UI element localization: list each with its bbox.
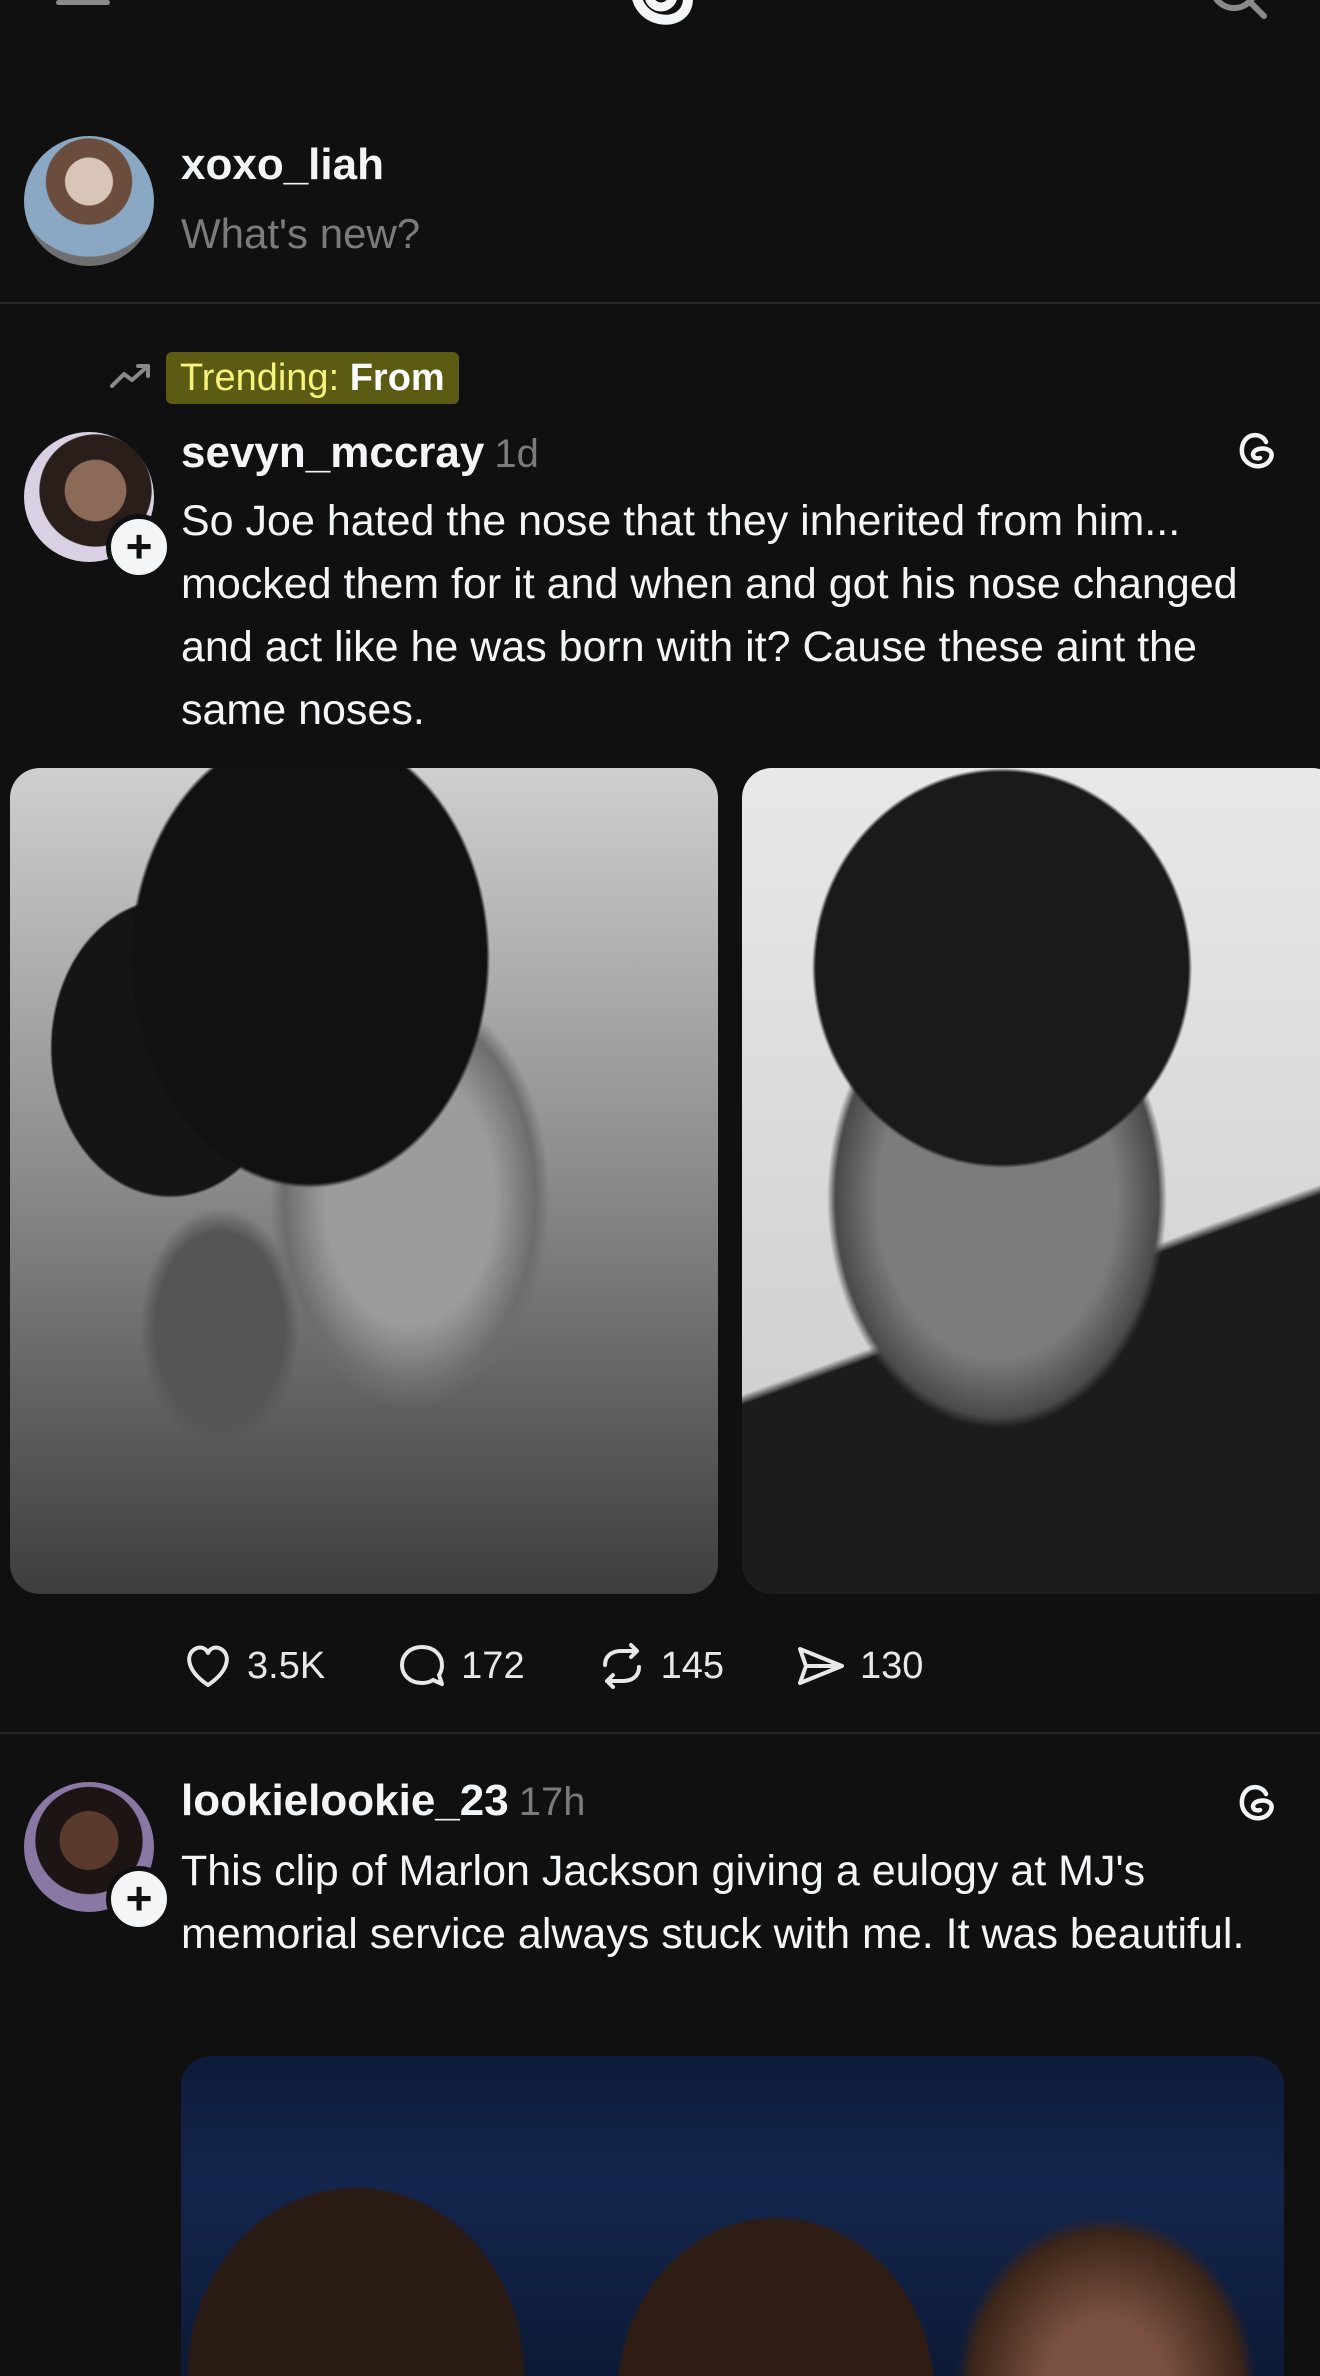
repost-count: 145 xyxy=(660,1644,724,1687)
like-count: 3.5K xyxy=(247,1644,326,1687)
post-time: 1d xyxy=(494,432,539,476)
post-username[interactable]: lookielookie_23 xyxy=(181,1776,509,1825)
threads-icon[interactable] xyxy=(1230,1776,1282,1828)
share-button[interactable]: 130 xyxy=(794,1639,923,1693)
repost-button[interactable]: 145 xyxy=(595,1639,724,1693)
post-actions: 3.5K 172 145 130 xyxy=(181,1638,993,1694)
post-image-1[interactable] xyxy=(10,768,718,1594)
trending-topic: From xyxy=(349,357,445,399)
post-header: lookielookie_23 17h xyxy=(181,1776,585,1826)
share-count: 130 xyxy=(859,1644,924,1687)
comment-icon xyxy=(400,1645,445,1686)
post-video-thumbnail[interactable] xyxy=(181,2056,1284,2376)
reply-button[interactable]: 172 xyxy=(395,1639,525,1693)
repost-icon xyxy=(602,1643,641,1689)
trending-prefix: Trending: xyxy=(180,357,350,399)
post-username[interactable]: sevyn_mccray xyxy=(181,428,484,477)
post-time: 17h xyxy=(518,1780,586,1824)
post-text: So Joe hated the nose that they inherite… xyxy=(181,497,1238,734)
follow-plus-icon[interactable]: + xyxy=(106,514,172,580)
menu-icon[interactable] xyxy=(56,0,110,10)
composer-username: xoxo_liah xyxy=(181,140,384,189)
heart-icon xyxy=(187,1645,229,1687)
divider xyxy=(0,302,1320,304)
search-icon[interactable] xyxy=(1208,0,1268,22)
share-icon xyxy=(797,1647,844,1685)
composer-input[interactable]: What's new? xyxy=(181,210,420,258)
threads-icon[interactable] xyxy=(1230,424,1282,476)
follow-plus-icon[interactable]: + xyxy=(106,1866,172,1932)
trending-badge[interactable]: Trending: From xyxy=(166,352,459,404)
trending-icon xyxy=(110,364,150,388)
reply-count: 172 xyxy=(461,1644,525,1687)
post-header: sevyn_mccray 1d xyxy=(181,428,539,478)
divider xyxy=(0,1732,1320,1734)
like-button[interactable]: 3.5K xyxy=(181,1639,325,1693)
post-text: This clip of Marlon Jackson giving a eul… xyxy=(181,1847,1245,1958)
threads-logo-icon[interactable] xyxy=(616,0,706,40)
composer-avatar[interactable] xyxy=(24,136,154,266)
post-image-2[interactable] xyxy=(742,768,1320,1594)
